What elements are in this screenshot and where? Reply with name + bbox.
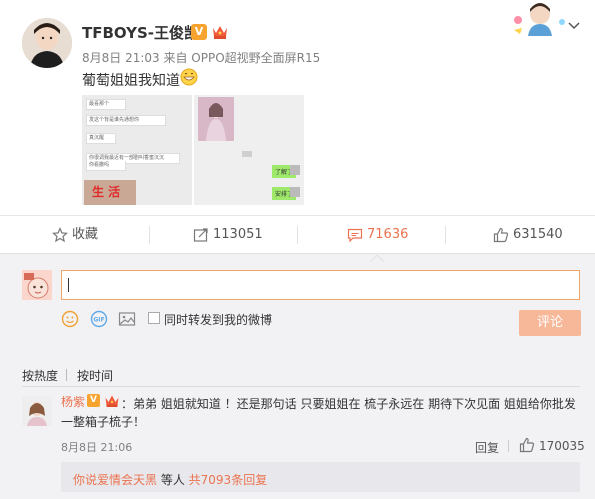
repost-option-label[interactable]: 同时转发到我的微博 <box>164 311 272 328</box>
action-bar: 收藏 113051 71636 631540 <box>0 215 595 253</box>
my-avatar[interactable] <box>22 270 52 300</box>
crown-icon <box>211 24 229 40</box>
crown-icon <box>104 393 120 407</box>
text-cursor <box>68 278 69 292</box>
decoration-art <box>510 0 572 36</box>
commenter-name[interactable]: 杨紫 <box>61 393 85 410</box>
sort-by-hot[interactable]: 按热度 <box>22 367 58 384</box>
comment-input[interactable] <box>61 270 580 300</box>
comment-button[interactable]: 71636 <box>347 226 408 244</box>
sticker-image: 生 活 <box>84 180 136 205</box>
divider <box>149 226 150 244</box>
star-icon <box>51 226 69 243</box>
submit-comment-button[interactable]: 评论 <box>519 310 581 336</box>
comment-like-count[interactable]: 170035 <box>539 439 585 453</box>
divider <box>445 226 446 244</box>
repost-count: 113051 <box>213 227 263 242</box>
author-avatar[interactable] <box>22 18 72 68</box>
divider <box>22 386 580 387</box>
divider <box>66 369 67 381</box>
drama-poster-image <box>198 97 234 141</box>
svg-text:GIF: GIF <box>93 317 104 324</box>
divider <box>508 440 509 452</box>
commenter-avatar[interactable] <box>22 396 52 426</box>
sort-by-time[interactable]: 按时间 <box>77 367 113 384</box>
reply-button[interactable]: 回复 <box>475 439 499 456</box>
grin-emoji-icon <box>180 68 198 86</box>
like-count: 631540 <box>513 227 563 242</box>
comment-text-continued: 一整箱子梳子！ <box>61 415 146 429</box>
chat-avatar <box>290 165 300 175</box>
image-icon[interactable] <box>118 310 136 328</box>
divider <box>0 253 595 254</box>
repost-icon <box>193 227 209 243</box>
chat-line: 最喜那个 <box>86 99 126 110</box>
emoji-icon[interactable] <box>61 310 79 328</box>
post-text: 葡萄姐姐我知道 <box>82 73 180 89</box>
sub-reply-user[interactable]: 你说爱情会天黑 <box>73 473 157 487</box>
chat-line: 发这个背是谁先通想你 <box>86 115 166 126</box>
gif-icon[interactable]: GIF <box>90 310 108 328</box>
thumbs-up-icon <box>493 227 509 243</box>
author-name[interactable]: TFBOYS-王俊凯 <box>82 22 199 43</box>
sub-reply-middle: 等人 <box>157 473 189 487</box>
post-image-1[interactable]: 最喜那个 发这个背是谁先通想你 真沉醒 你很调我最近有一部剧叫香蜜沉沉 你看撒吗… <box>82 95 192 205</box>
repost-button[interactable]: 113051 <box>193 226 263 244</box>
like-button[interactable]: 631540 <box>493 226 563 244</box>
divider <box>297 226 298 244</box>
sticker-text: 生 活 <box>92 185 121 199</box>
favorite-button[interactable]: 收藏 <box>51 226 99 244</box>
chat-line: 真沉醒 <box>86 133 116 144</box>
post-meta: 8月8日 21:03 来自 OPPO超视野全面屏R15 <box>82 51 321 65</box>
pointer-arrow-icon <box>369 247 385 263</box>
chevron-down-icon[interactable] <box>568 16 580 30</box>
chat-avatar <box>290 187 300 197</box>
timestamp-chip <box>242 151 252 157</box>
comment-count: 71636 <box>367 227 409 242</box>
comment-text: ：弟弟 姐姐就知道 ！还是那句话 只要姐姐在 梳子永远在 期待下次见面 姐姐给你… <box>121 397 576 411</box>
weibo-post-page: TFBOYS-王俊凯 V 8月8日 21:03 来自 OPPO超视野全面屏R15… <box>0 0 595 499</box>
thumbs-up-icon[interactable] <box>519 437 535 453</box>
chat-line: 你看撒吗 <box>86 161 126 171</box>
repost-checkbox[interactable] <box>148 312 160 324</box>
verified-icon: V <box>87 394 100 407</box>
comment-icon <box>347 227 363 243</box>
post-image-2[interactable]: 了解了 安排了 <box>194 95 304 205</box>
favorite-label: 收藏 <box>72 227 99 242</box>
verified-icon: V <box>191 24 207 40</box>
sub-reply-summary[interactable]: 你说爱情会天黑 等人 共7093条回复 <box>73 471 267 488</box>
sub-reply-count[interactable]: 共7093条回复 <box>189 473 268 487</box>
comment-time: 8月8日 21:06 <box>61 441 133 454</box>
